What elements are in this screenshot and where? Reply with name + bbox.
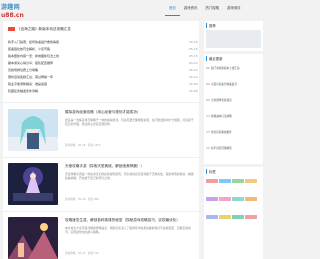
tag-chip[interactable] [206,179,218,183]
list-item[interactable]: 新手入门指南：如何快速提升角色等级 05-18 [8,39,198,45]
recent-item[interactable]: 06 新手常见问题解答 [206,144,261,151]
list-item[interactable]: 限时活动奖励汇总，错过再等一年 05-10 [8,74,198,80]
article-excerpt: 天使攻略手游是一款充满奇幻色彩的冒险游戏，玩家将扮演天使穿梭于天堂各处，探索未知… [65,172,194,181]
tag-chip[interactable] [245,197,257,201]
tag-row [206,215,257,219]
article-thumbnail[interactable] [8,217,58,259]
article-thumbnail[interactable] [8,109,58,151]
article-thumbnail[interactable] [8,163,58,205]
article-card[interactable]: 模拟游戏经营攻略（用心经营与规划才能成功） 经营是一款集养成与策略于一体的模拟游… [3,105,199,157]
tag-chip[interactable] [232,215,244,219]
sidebar-promo: 推荐 [204,21,263,51]
tag-chip[interactable] [206,197,218,201]
divider [3,102,199,103]
site-logo[interactable]: 游趣网 u88.cn [0,0,40,22]
divider [3,211,199,212]
tag-row [206,197,257,201]
main-content: 《出海之路》新版本玩法攻略汇总 新手入门指南：如何快速提升角色等级 05-18 装… [3,21,199,259]
list-item[interactable]: 装备强化技巧全解析，少走弯路 05-16 [8,46,198,52]
nav-guides[interactable]: 热门攻略 [201,0,223,16]
nav-news[interactable]: 游戏资讯 [180,0,202,16]
article-title[interactable]: 模拟游戏经营攻略（用心经营与规划才能成功） [65,110,140,115]
hot-headline-title: 《出海之路》新版本玩法攻略汇总 [17,26,71,31]
recent-item[interactable]: 03 全新赛季奖励预览 [206,96,261,103]
tag-chip[interactable] [219,197,231,201]
list-item[interactable]: 版本更新内容一览：新地图新玩法上线 05-15 [8,53,198,59]
list-item[interactable]: 隐藏任务触发条件详解 05-08 [8,88,198,94]
top-article-list: 《出海之路》新版本玩法攻略汇总 新手入门指南：如何快速提升角色等级 05-18 装… [3,21,199,101]
sidebar-recent: 最近更新 01 热门游戏新版本上线汇总 02 平民玩家如何快速发育 03 全新赛季奖励… [204,54,263,164]
article-meta: 游戏攻略 · 05-16 · 阅读 986 [65,198,99,201]
hot-badge [8,27,15,31]
tag-row [206,179,257,183]
tag-chip[interactable] [219,179,231,183]
article-excerpt: 本文将为大家带来详细的攻略速览，帮助玩家深入了解游戏中各类英雄的特点与技能搭配，… [65,226,191,235]
recent-item[interactable]: 04 经典副本打法攻略 [206,112,261,119]
tag-chip[interactable] [219,215,231,219]
article-title[interactable]: 天使攻略手游（探索天堂奥秘，解锁绝美神器！） [65,164,144,169]
list-item[interactable]: 竞技场排位赛上分攻略 05-12 [8,67,198,73]
promo-banner[interactable] [206,30,261,48]
hot-headline[interactable]: 《出海之路》新版本玩法攻略汇总 [8,23,195,35]
logo-title: 游趣网 [1,4,20,11]
article-card[interactable]: 攻略速览生涯，解锁各种英雄的秘密（探秘游戏攻略技巧，实现最优化） 本文将为大家带… [3,213,199,259]
tag-chip[interactable] [206,215,218,219]
sidebar-promo-title: 推荐 [206,23,216,28]
article-excerpt: 经营是一款集养成与策略于一体的模拟游戏，玩家需要合理规划资源，在不断发展中扩大规… [65,118,194,127]
recent-item[interactable]: 05 角色培养路线推荐 [206,128,261,135]
nav-reviews[interactable]: 游戏测评 [223,0,245,16]
tag-chip[interactable] [232,179,244,183]
sidebar-tags-title: 标签 [206,169,216,174]
sidebar: 推荐 最近更新 01 热门游戏新版本上线汇总 02 平民玩家如何快速发育 03 全新赛… [204,21,263,259]
tag-chip[interactable] [232,197,244,201]
top-nav: 首页 游戏资讯 热门攻略 游戏测评 [165,0,263,16]
article-title[interactable]: 攻略速览生涯，解锁各种英雄的秘密（探秘游戏攻略技巧，实现最优化） [65,218,180,223]
sidebar-tags: 标签 [204,167,263,259]
list-item[interactable]: 职业平衡调整解读：谁是最强 05-09 [8,81,198,87]
article-card[interactable]: 天使攻略手游（探索天堂奥秘，解锁绝美神器！） 天使攻略手游是一款充满奇幻色彩的冒… [3,159,199,211]
logo-domain: u88.cn [1,12,24,19]
recent-item[interactable]: 02 平民玩家如何快速发育 [206,80,261,87]
list-item[interactable]: 副本通关心得分享：组队配置推荐 05-14 [8,60,198,66]
divider [3,157,199,158]
recent-item[interactable]: 01 热门游戏新版本上线汇总 [206,64,261,71]
nav-home[interactable]: 首页 [165,0,180,16]
tag-chip[interactable] [245,215,257,219]
article-meta: 游戏攻略 · 05-15 · 阅读 742 [65,252,99,255]
sidebar-recent-title: 最近更新 [206,56,223,61]
article-meta: 游戏攻略 · 05-18 · 阅读 1325 [65,144,101,147]
tag-chip[interactable] [245,179,257,183]
